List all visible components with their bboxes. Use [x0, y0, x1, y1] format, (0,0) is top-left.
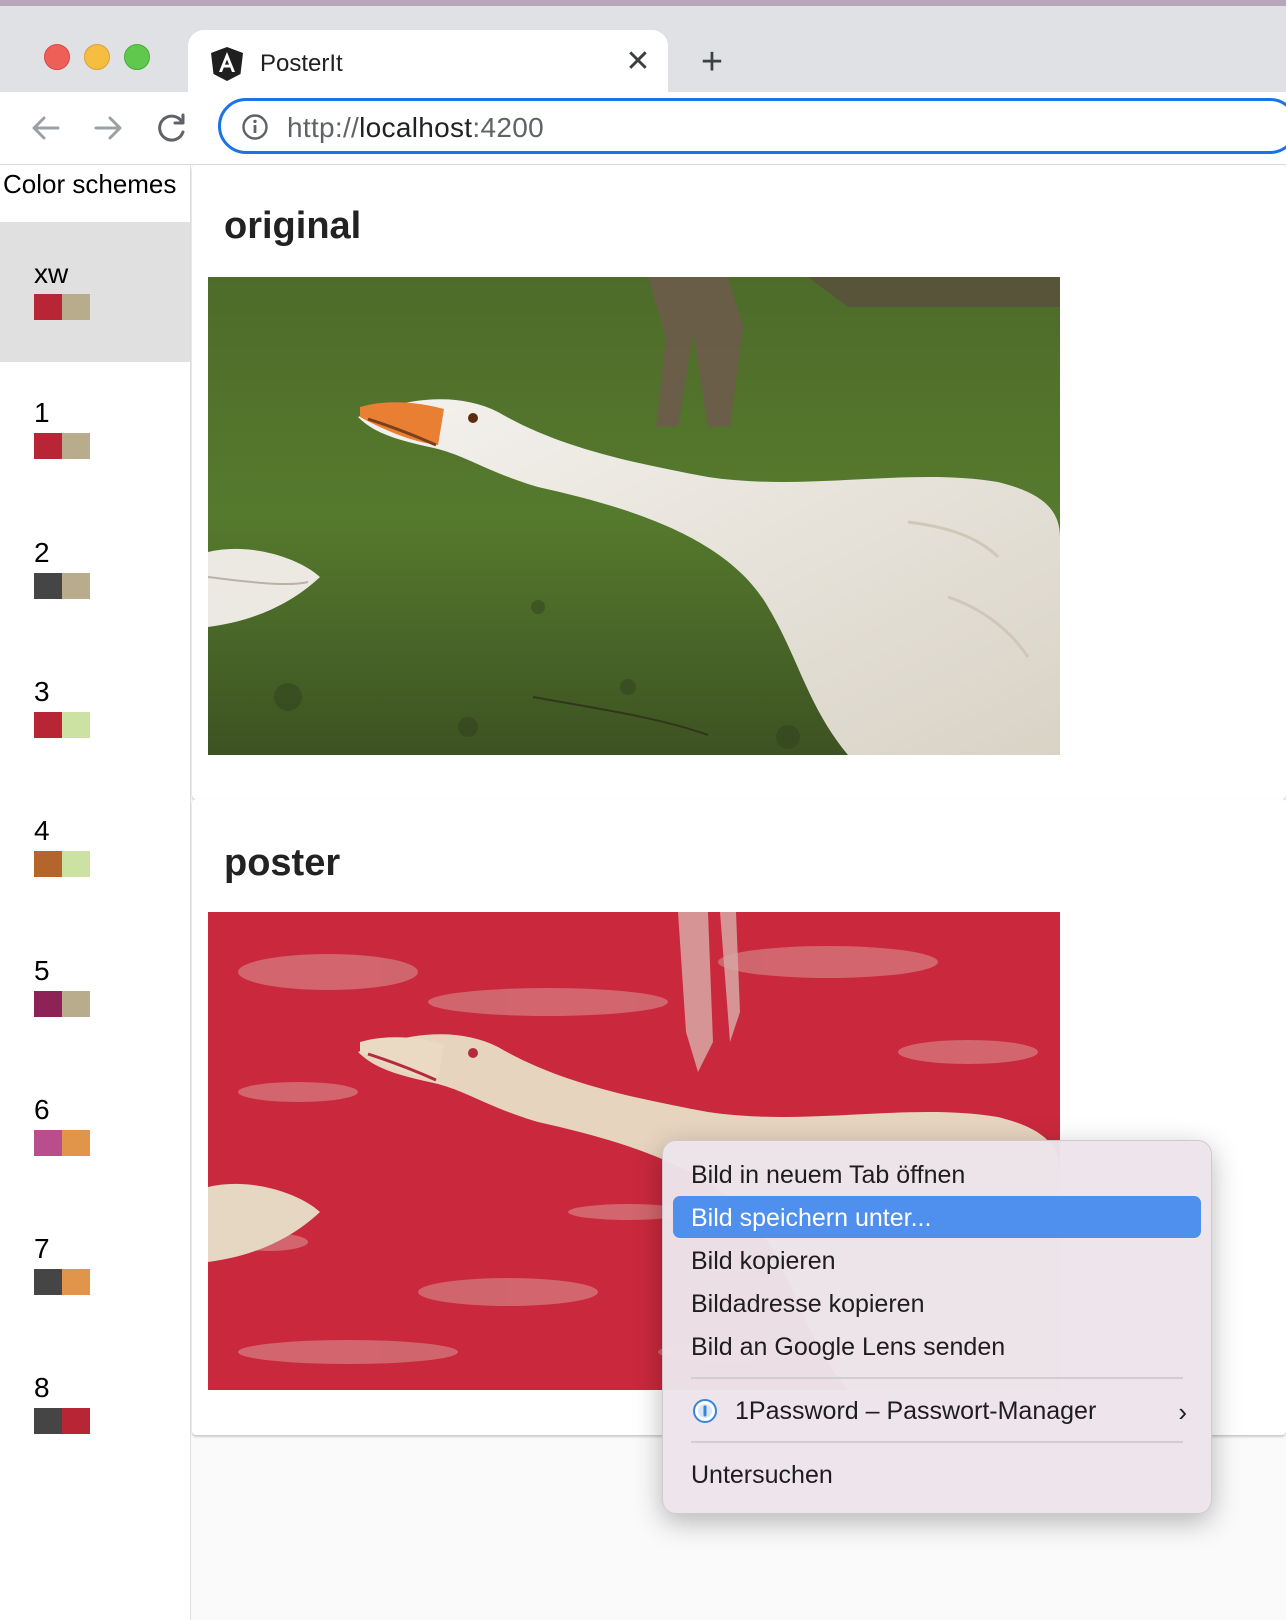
color-schemes-sidebar: Color schemes xw 1 2 3 4 5 6 7 8	[0, 165, 191, 1620]
color-swatch	[62, 851, 90, 878]
menu-item-inspect[interactable]: Untersuchen	[673, 1453, 1201, 1495]
browser-toolbar: http://localhost:4200	[0, 92, 1286, 165]
color-swatch	[34, 1129, 62, 1156]
scheme-label: 2	[34, 536, 50, 568]
poster-title: poster	[224, 842, 341, 884]
info-icon[interactable]	[241, 113, 269, 141]
menu-item-label: Bild speichern unter...	[691, 1204, 932, 1232]
scheme-item-3[interactable]: 3	[0, 640, 190, 780]
close-window-button[interactable]	[44, 44, 70, 70]
tab-strip: PosterIt ✕ +	[0, 6, 1286, 98]
angular-icon	[211, 47, 243, 81]
url-text: http://localhost:4200	[287, 112, 544, 143]
menu-item-copy-image-address[interactable]: Bildadresse kopieren	[673, 1282, 1201, 1324]
menu-item-label: Bild an Google Lens senden	[691, 1333, 1006, 1361]
original-photo[interactable]	[208, 277, 1060, 755]
color-swatch	[62, 294, 90, 320]
menu-item-label: Bild kopieren	[691, 1247, 836, 1275]
color-swatch	[62, 572, 90, 599]
menu-item-1password[interactable]: 1Password – Passwort-Manager ›	[673, 1389, 1201, 1431]
menu-item-label: Untersuchen	[691, 1461, 833, 1489]
forward-arrow-icon[interactable]	[86, 106, 130, 150]
color-swatch	[34, 572, 62, 599]
original-title: original	[224, 205, 362, 247]
color-swatch	[62, 1408, 90, 1435]
tab-close-icon[interactable]: ✕	[620, 42, 656, 82]
menu-item-label: Bild in neuem Tab öffnen	[691, 1161, 966, 1189]
scheme-item-6[interactable]: 6	[0, 1058, 190, 1198]
menu-item-label: Bildadresse kopieren	[691, 1290, 925, 1318]
maximize-window-button[interactable]	[124, 44, 150, 70]
scheme-item-5[interactable]: 5	[0, 919, 190, 1059]
menu-item-google-lens[interactable]: Bild an Google Lens senden	[673, 1325, 1201, 1367]
sidebar-title: Color schemes	[3, 169, 177, 199]
minimize-window-button[interactable]	[84, 44, 110, 70]
menu-item-copy-image[interactable]: Bild kopieren	[673, 1239, 1201, 1281]
scheme-label: 8	[34, 1372, 50, 1404]
tab-posterit[interactable]: PosterIt ✕	[188, 30, 668, 98]
new-tab-button[interactable]: +	[690, 42, 734, 86]
scheme-label: 5	[34, 954, 50, 986]
color-swatch	[62, 1129, 90, 1156]
scheme-item-4[interactable]: 4	[0, 779, 190, 919]
chevron-right-icon: ›	[1178, 1397, 1187, 1427]
color-swatch	[34, 433, 62, 460]
scheme-label: 1	[34, 397, 50, 429]
color-swatch	[34, 294, 62, 320]
scheme-item-1[interactable]: 1	[0, 361, 190, 501]
menu-separator	[691, 1441, 1183, 1443]
tab-title: PosterIt	[260, 50, 343, 77]
back-arrow-icon[interactable]	[24, 106, 68, 150]
color-swatch	[34, 851, 62, 878]
scheme-item-2[interactable]: 2	[0, 501, 190, 641]
color-swatch	[62, 711, 90, 738]
color-swatch	[34, 1269, 62, 1296]
scheme-item-8[interactable]: 8	[0, 1336, 190, 1476]
color-swatch	[62, 1269, 90, 1296]
scheme-item-xw[interactable]: xw	[0, 222, 190, 362]
menu-item-save-image-as[interactable]: Bild speichern unter...	[673, 1196, 1201, 1238]
scheme-label: 4	[34, 815, 50, 847]
scheme-label: 7	[34, 1233, 50, 1265]
address-bar[interactable]: http://localhost:4200	[218, 98, 1286, 154]
scheme-label: xw	[34, 258, 69, 289]
color-swatch	[34, 990, 62, 1017]
original-card: original	[192, 165, 1286, 799]
1password-icon	[693, 1399, 717, 1423]
scheme-label: 3	[34, 675, 50, 707]
context-menu: Bild in neuem Tab öffnen Bild speichern …	[662, 1140, 1212, 1514]
menu-separator	[691, 1377, 1183, 1379]
color-swatch	[62, 990, 90, 1017]
color-swatch	[34, 1408, 62, 1435]
menu-item-open-image-new-tab[interactable]: Bild in neuem Tab öffnen	[673, 1153, 1201, 1195]
scheme-item-7[interactable]: 7	[0, 1197, 190, 1337]
scheme-label: 6	[34, 1093, 50, 1125]
reload-icon[interactable]	[150, 106, 194, 150]
color-swatch	[34, 711, 62, 738]
menu-item-label: 1Password – Passwort-Manager	[735, 1397, 1097, 1425]
color-swatch	[62, 433, 90, 460]
